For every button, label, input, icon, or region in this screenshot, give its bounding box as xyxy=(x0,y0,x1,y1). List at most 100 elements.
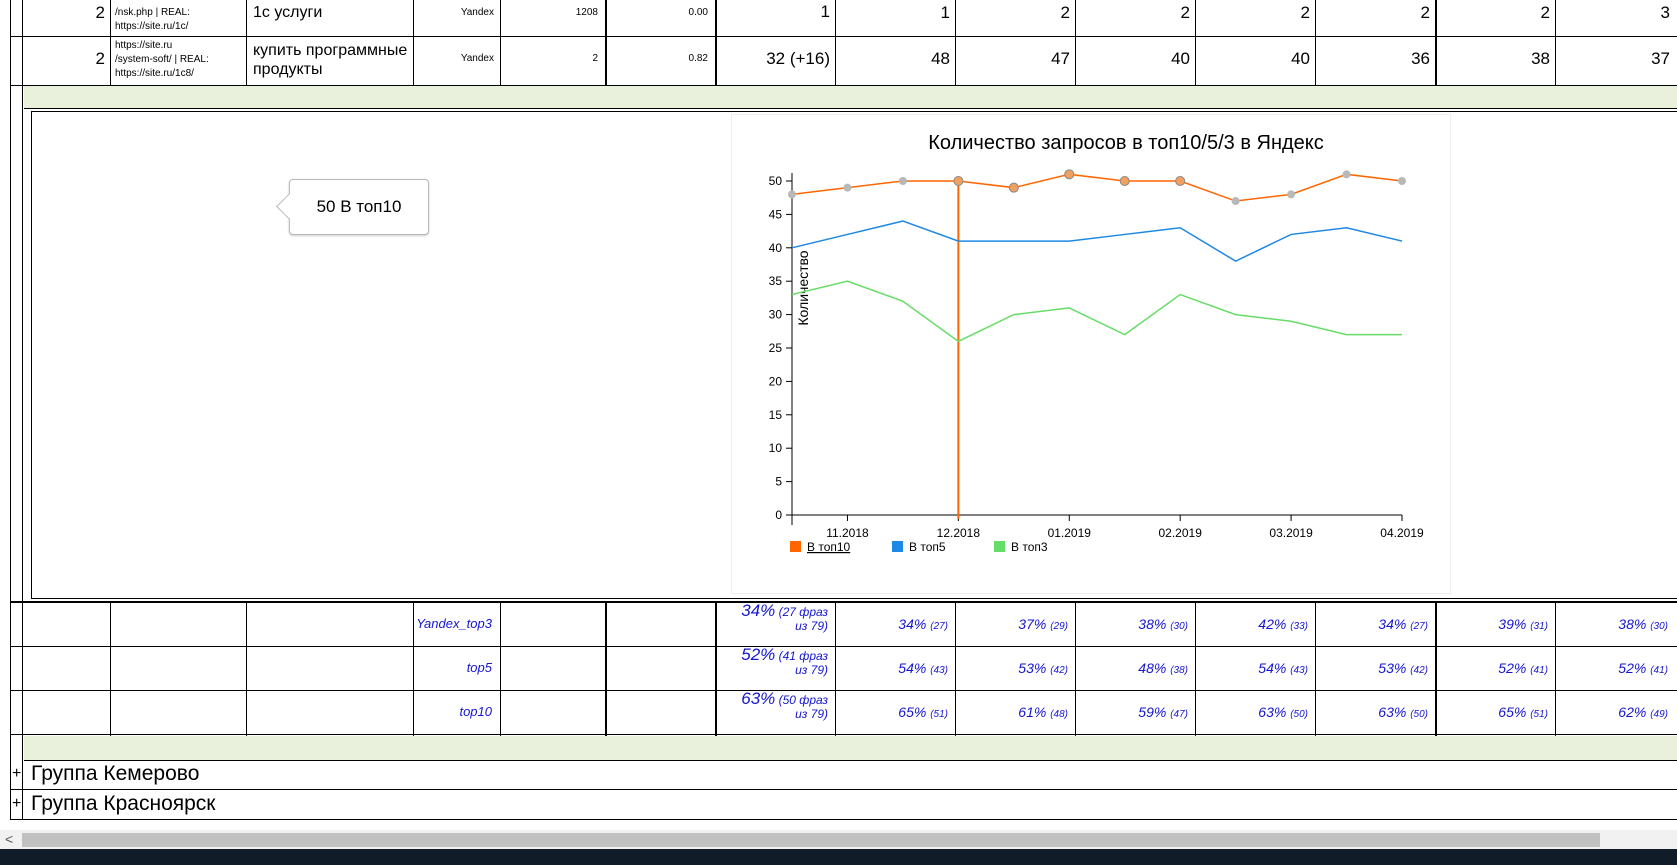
url-line: https://site.ru/1c8/ xyxy=(115,68,194,79)
grid-line xyxy=(10,601,1677,603)
row-current-position: 32 (+16) xyxy=(766,49,830,68)
group-row[interactable]: + Группа Кемерово xyxy=(10,760,1677,790)
grid-line xyxy=(1315,602,1316,736)
grid-line xyxy=(110,602,111,736)
row-url[interactable]: /nsk.php | REAL: https://site.ru/1c/ xyxy=(111,0,245,36)
y-tick-label: 5 xyxy=(775,475,782,489)
stats-cell: 48% (38) xyxy=(1138,660,1188,676)
grid-line xyxy=(716,0,717,85)
stats-cell: 38% (30) xyxy=(1618,616,1668,632)
grid-line xyxy=(500,602,501,736)
x-tick-label: 04.2019 xyxy=(1380,526,1424,540)
grid-line xyxy=(955,0,956,85)
stats-cell: 54% (43) xyxy=(898,660,948,676)
expand-icon[interactable]: + xyxy=(12,790,21,818)
y-tick-label: 30 xyxy=(769,308,783,322)
grid-line xyxy=(1555,0,1556,85)
grid-line xyxy=(110,0,111,85)
grid-line xyxy=(1195,0,1196,85)
stats-cell: 52% (41) xyxy=(1498,660,1548,676)
y-tick-label: 25 xyxy=(769,341,783,355)
grid-line xyxy=(246,602,247,736)
stats-cell: 65% (51) xyxy=(898,704,948,720)
row-url[interactable]: https://site.ru /system-soft/ | REAL: ht… xyxy=(111,39,245,83)
y-tick-label: 20 xyxy=(769,374,783,388)
stats-summary: 63% (50 фраз из 79) xyxy=(716,692,834,736)
stats-note: из 79) xyxy=(795,707,828,721)
data-point xyxy=(1064,169,1075,180)
group-row[interactable]: + Группа Красноярск xyxy=(10,790,1677,820)
chart-tooltip: 50 В топ10 xyxy=(289,179,429,235)
row-frequency: 1208 xyxy=(575,7,598,18)
y-tick-label: 10 xyxy=(769,441,783,455)
grid-line xyxy=(1195,602,1196,736)
stats-cell: 37% (29) xyxy=(1018,616,1068,632)
history-position: 2 xyxy=(1540,3,1550,22)
separator-row xyxy=(24,736,1677,761)
history-position: 40 xyxy=(1291,49,1310,68)
history-position: 38 xyxy=(1531,49,1550,68)
row-ratio: 0.00 xyxy=(688,7,708,18)
chart-title: Количество запросов в топ10/5/3 в Яндекс xyxy=(928,132,1324,154)
legend-label: В топ10 xyxy=(807,540,851,554)
x-tick-label: 03.2019 xyxy=(1269,526,1313,540)
line-chart: Количество запросов в топ10/5/3 в Яндекс… xyxy=(769,132,1424,554)
stats-note: из 79) xyxy=(795,663,828,677)
stats-summary: 52% (41 фраз из 79) xyxy=(716,648,834,692)
history-position: 1 xyxy=(940,3,950,22)
grid-line xyxy=(1555,602,1556,736)
history-position: 2 xyxy=(1180,3,1190,22)
legend-label: В топ3 xyxy=(1011,540,1048,554)
stats-percent: 63% xyxy=(741,692,776,708)
grid-line xyxy=(413,602,414,736)
y-tick-label: 40 xyxy=(769,241,783,255)
data-point xyxy=(1008,182,1019,193)
group-name: Группа Красноярск xyxy=(31,792,216,815)
scroll-left-arrow[interactable]: < xyxy=(5,830,13,848)
history-position: 3 xyxy=(1660,3,1670,22)
stats-cell: 63% (50) xyxy=(1258,704,1308,720)
stats-percent: 52% xyxy=(741,648,776,664)
history-position: 2 xyxy=(1300,3,1310,22)
history-position: 2 xyxy=(1420,3,1430,22)
grid-line xyxy=(835,0,836,85)
y-tick-label: 15 xyxy=(769,408,783,422)
stats-cell: 38% (30) xyxy=(1138,616,1188,632)
stats-note: (50 фраз xyxy=(775,693,828,707)
grid-line xyxy=(413,0,414,85)
grid-line xyxy=(955,602,956,736)
stats-cell: 63% (50) xyxy=(1378,704,1428,720)
expand-icon[interactable]: + xyxy=(12,760,21,788)
grid-line xyxy=(500,0,501,85)
row-current-position: 1 xyxy=(820,2,830,21)
chart-panel: Количество запросов в топ10/5/3 в Яндекс… xyxy=(731,114,1451,594)
history-position: 2 xyxy=(1060,3,1070,22)
separator-row xyxy=(24,86,1677,109)
history-position: 37 xyxy=(1651,49,1670,68)
stats-percent: 34% xyxy=(741,604,776,620)
scrollbar-thumb[interactable] xyxy=(22,833,1600,847)
stats-cell: 62% (49) xyxy=(1618,704,1668,720)
data-point xyxy=(788,190,796,199)
row-engine: Yandex xyxy=(460,7,494,18)
stats-cell: 61% (48) xyxy=(1018,704,1068,720)
y-tick-label: 45 xyxy=(769,207,783,221)
series-line xyxy=(791,220,1403,263)
stats-note: (27 фраз xyxy=(775,605,828,619)
url-line: https://site.ru/1c/ xyxy=(115,21,189,32)
data-point xyxy=(1231,197,1240,206)
stats-cell: 59% (47) xyxy=(1138,704,1188,720)
row-engine: Yandex xyxy=(460,53,494,64)
stats-cell: 34% (27) xyxy=(1378,616,1428,632)
stats-label: Yandex_top3 xyxy=(416,616,492,631)
x-tick-label: 11.2018 xyxy=(826,526,869,540)
grid-line xyxy=(606,602,607,736)
grid-line xyxy=(1436,0,1437,85)
stats-label: top10 xyxy=(459,704,492,719)
row-number: 2 xyxy=(95,3,105,22)
grid-line xyxy=(1075,0,1076,85)
row-keyword: 1с услуги xyxy=(253,4,323,21)
grid-line xyxy=(1075,602,1076,736)
grid-line xyxy=(246,0,247,85)
url-line: /nsk.php | REAL: xyxy=(115,7,190,18)
